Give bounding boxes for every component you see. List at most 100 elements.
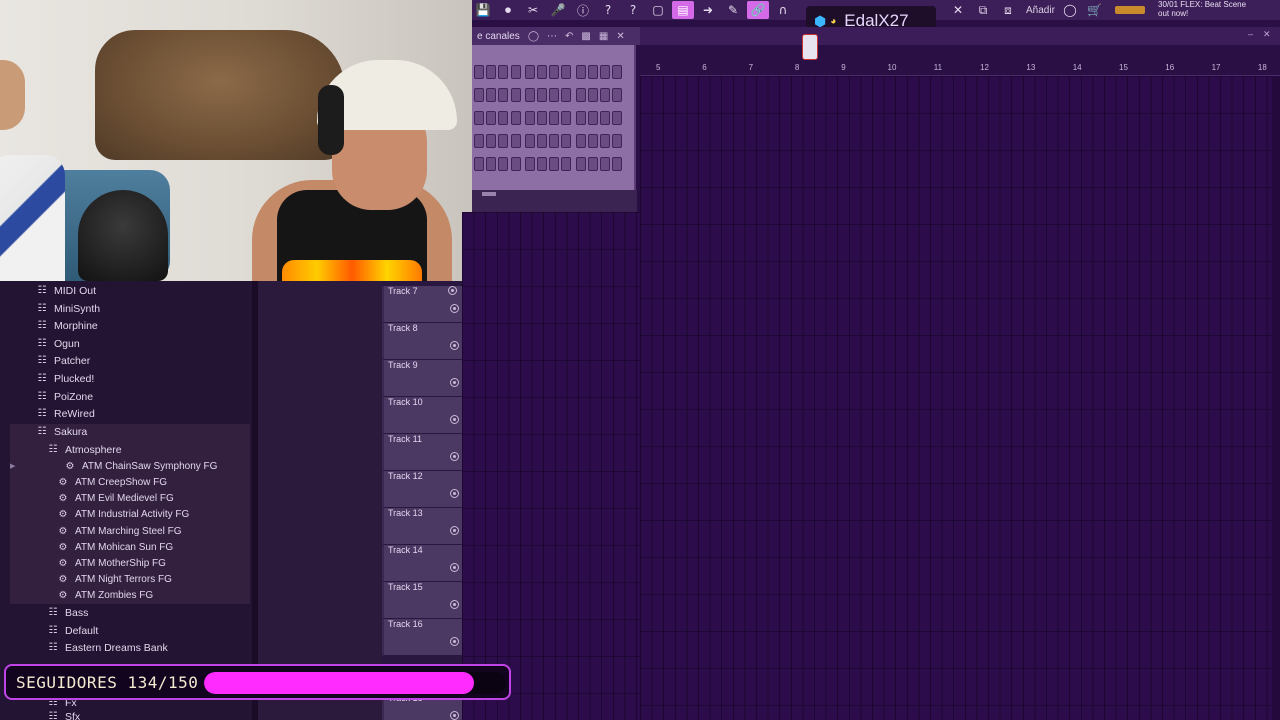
track-mute-icon[interactable] [450, 637, 459, 646]
channel-rack-header[interactable]: e canales ◯ ⋯ ↶ ▩ ▦ ✕ [472, 27, 640, 45]
browser-item[interactable]: ⚙ ATM ChainSaw Symphony FG [64, 458, 218, 475]
step-button[interactable] [575, 111, 586, 125]
step-button[interactable] [474, 134, 484, 148]
undo-icon[interactable]: ↶ [565, 31, 573, 42]
close-playlist-icon[interactable]: ✕ [1263, 29, 1271, 40]
help-icon-2[interactable]: ? [622, 1, 644, 19]
track-header[interactable]: Track 11 [382, 434, 462, 471]
step-button[interactable] [612, 111, 623, 125]
step-button[interactable] [549, 65, 560, 79]
step-button[interactable] [612, 134, 623, 148]
step-button[interactable] [561, 65, 572, 79]
step-button[interactable] [524, 111, 535, 125]
step-button[interactable] [587, 157, 598, 171]
step-button[interactable] [486, 157, 497, 171]
browser-item[interactable]: ☷ Bass [47, 604, 89, 621]
step-button[interactable] [474, 65, 484, 79]
step-button[interactable] [498, 88, 509, 102]
step-button[interactable] [537, 65, 547, 79]
browser-item[interactable]: ☷ Eastern Dreams Bank [47, 639, 168, 656]
step-button[interactable] [549, 88, 560, 102]
browser-item[interactable]: ☷ Default [47, 622, 99, 639]
step-button[interactable] [549, 157, 560, 171]
browser-item[interactable]: ☷ Morphine [36, 317, 98, 334]
track-mute-icon[interactable] [450, 563, 459, 572]
step-button[interactable] [510, 111, 521, 125]
magnet-icon[interactable]: ∩ [772, 1, 794, 19]
step-button[interactable] [498, 111, 509, 125]
browser-item[interactable]: ☷ Sfx [47, 708, 81, 720]
browser-item[interactable]: ☷ Patcher [36, 352, 91, 369]
step-button[interactable] [510, 134, 521, 148]
step-button[interactable] [510, 65, 521, 79]
track-mute-icon[interactable] [450, 341, 459, 350]
step-button[interactable] [549, 111, 560, 125]
cut-icon[interactable]: ✂ [522, 1, 544, 19]
step-button[interactable] [561, 157, 572, 171]
minimize-icon[interactable]: – [1248, 29, 1253, 39]
step-button[interactable] [524, 65, 535, 79]
step-button[interactable] [474, 111, 484, 125]
step-button[interactable] [600, 88, 610, 102]
step-button[interactable] [575, 65, 586, 79]
browser-item[interactable]: ⚙ ATM Zombies FG [57, 587, 154, 604]
step-button[interactable] [561, 134, 572, 148]
step-button[interactable] [524, 157, 535, 171]
track-header[interactable]: Track 9 [382, 360, 462, 397]
help-icon[interactable]: ? [597, 1, 619, 19]
step-button[interactable] [561, 88, 572, 102]
step-button[interactable] [486, 111, 497, 125]
playlist-header[interactable] [640, 27, 1280, 45]
playlist-grid-left[interactable] [462, 212, 640, 720]
paste-icon[interactable]: ⧈ [997, 1, 1019, 19]
step-button[interactable] [612, 157, 623, 171]
pencil-icon[interactable]: ✎ [722, 1, 744, 19]
step-button[interactable] [575, 134, 586, 148]
step-button[interactable] [524, 134, 535, 148]
step-button[interactable] [537, 111, 547, 125]
browser-item[interactable]: ☷ Plucked! [36, 370, 95, 387]
step-button[interactable] [486, 134, 497, 148]
graph-icon[interactable]: ▩ [581, 31, 590, 42]
mic-icon[interactable]: 🎤 [547, 1, 569, 19]
step-button[interactable] [474, 157, 484, 171]
step-button[interactable] [587, 134, 598, 148]
step-button[interactable] [612, 65, 623, 79]
step-button[interactable] [587, 65, 598, 79]
step-button[interactable] [587, 88, 598, 102]
track-header[interactable]: Track 10 [382, 397, 462, 434]
step-button[interactable] [561, 111, 572, 125]
step-button[interactable] [600, 65, 610, 79]
browser-item[interactable]: ☷ Atmosphere [47, 441, 122, 458]
track-header[interactable]: Track 15 [382, 582, 462, 619]
browser-item[interactable]: ⚙ ATM Night Terrors FG [57, 571, 172, 588]
browser-item[interactable]: ⚙ ATM Evil Medievel FG [57, 490, 174, 507]
step-button[interactable] [537, 157, 547, 171]
link-icon[interactable]: 🔗 [747, 1, 769, 19]
step-button[interactable] [498, 65, 509, 79]
step-button[interactable] [486, 65, 497, 79]
window-icon[interactable]: ▢ [647, 1, 669, 19]
step-button[interactable] [510, 88, 521, 102]
step-button[interactable] [498, 134, 509, 148]
track-header[interactable]: Track 12 [382, 471, 462, 508]
step-button[interactable] [510, 157, 521, 171]
track-mute-icon[interactable] [450, 304, 459, 313]
close-icon[interactable]: ✕ [616, 31, 624, 42]
copy-icon[interactable]: ⧉ [972, 1, 994, 19]
track-mute-icon[interactable] [450, 526, 459, 535]
browser-item[interactable]: ☷ PoiZone [36, 388, 94, 405]
browser-item[interactable]: ☷ MIDI Out [36, 282, 97, 299]
channel-rack-scrollbar[interactable] [482, 192, 496, 196]
step-button[interactable] [549, 134, 560, 148]
browser-item[interactable]: ☷ MiniSynth [36, 300, 101, 317]
menu-dots-icon[interactable]: ⋯ [547, 31, 557, 42]
plugin-icon[interactable]: ◯ [1059, 1, 1081, 19]
piano-icon[interactable]: ▤ [672, 1, 694, 19]
browser-item[interactable]: ☷ Sakura [36, 423, 88, 440]
playlist-grid[interactable] [640, 76, 1272, 720]
browser-item[interactable]: ☷ ReWired [36, 405, 95, 422]
track-header[interactable]: Track 14 [382, 545, 462, 582]
step-button[interactable] [600, 157, 610, 171]
step-button[interactable] [600, 111, 610, 125]
